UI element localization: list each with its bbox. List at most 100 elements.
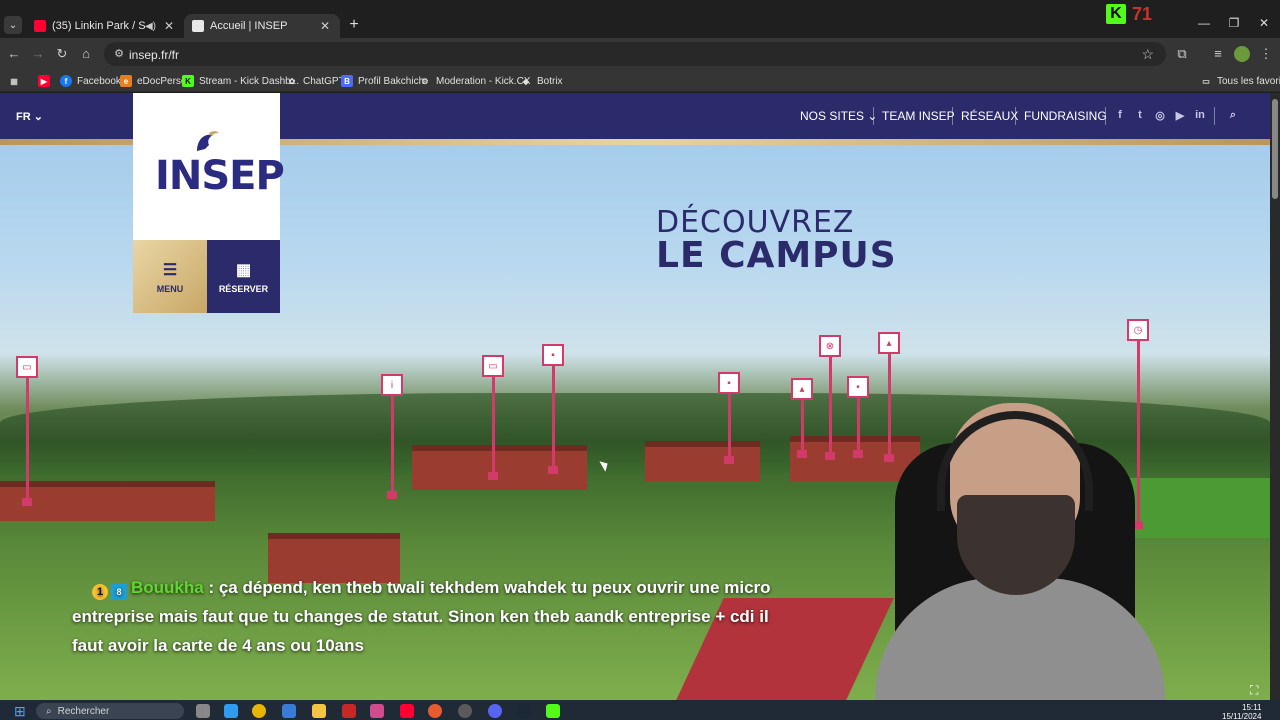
system-clock[interactable]: 15:11 15/11/2024 [1222,703,1261,720]
menu-button[interactable]: ☰ MENU [133,240,207,313]
nav-divider [952,107,953,125]
apps-grid-icon[interactable]: ▦ [8,73,25,89]
search-placeholder: Rechercher [57,705,110,717]
map-pin-base [797,450,807,458]
app-icon[interactable] [342,704,356,718]
insep-logo[interactable]: INSEP [133,93,285,240]
bookmark-facebook[interactable]: f Facebook [60,73,121,89]
campus-building [412,445,587,490]
page-scrollbar[interactable] [1270,93,1280,700]
browser-tab-strip: ⌄ (35) Linkin Park / Slipknot / ◀) ✕ Acc… [0,0,1280,38]
site-info-icon[interactable]: ⚙ [112,47,126,61]
youtube-icon[interactable]: ▶ [1173,109,1187,122]
chrome-icon[interactable] [252,704,266,718]
bed-icon[interactable]: ▭ [16,356,38,378]
profile-avatar[interactable] [1234,46,1250,62]
nav-team-insep[interactable]: TEAM INSEP [882,109,955,123]
address-bar[interactable]: ⚙ insep.fr/fr ☆ [104,42,1166,66]
bookmark-label: Profil Bakchich [358,75,425,87]
search-icon[interactable]: ⌕ [1226,109,1240,122]
bed-icon[interactable]: ▭ [482,355,504,377]
stopwatch-icon[interactable]: ◷ [1127,319,1149,341]
app-icon[interactable] [370,704,384,718]
speaker-icon[interactable]: ◀) [145,21,156,32]
linkedin-icon[interactable]: in [1193,109,1207,121]
firefox-icon[interactable] [428,704,442,718]
graduation-icon[interactable]: ▴ [878,332,900,354]
close-window-button[interactable]: ✕ [1254,16,1274,30]
building-icon[interactable]: ▪ [718,372,740,394]
new-tab-button[interactable]: + [346,16,362,34]
bookmark-youtube[interactable]: ▶ [38,73,55,89]
bookmark-botrix[interactable]: ◆ Botrix [520,73,563,89]
close-tab-icon[interactable]: ✕ [162,19,176,33]
tab-label: (35) Linkin Park / Slipknot / [52,20,145,32]
location-icon[interactable]: • [847,376,869,398]
kick-icon[interactable] [546,704,560,718]
reserver-label: RÉSERVER [218,283,269,294]
media-controls-icon[interactable]: ≡ [1210,46,1226,62]
clock-date: 15/11/2024 [1222,712,1262,720]
reserver-button[interactable]: ▦ RÉSERVER [207,240,280,313]
nav-divider [873,107,874,125]
map-pin-stem [391,396,394,491]
browser-menu-icon[interactable]: ⋮ [1258,46,1274,62]
discord-icon[interactable] [488,704,502,718]
bookmark-edocperso[interactable]: e eDocPerso [120,73,186,89]
forward-button[interactable]: → [30,46,46,62]
all-bookmarks-label: Tous les favoris [1217,75,1280,87]
minimize-button[interactable]: — [1194,16,1214,30]
kick-icon: K [182,75,194,87]
nav-nos-sites[interactable]: NOS SITES ⌄ [800,109,877,123]
map-pin-base [548,466,558,474]
bookmark-moderation[interactable]: ⚙ Moderation - Kick.CX [419,73,530,89]
taskbar-search[interactable]: ⌕ Rechercher [36,703,184,719]
home-button[interactable]: ⌂ [78,46,94,62]
campus-building [645,441,760,481]
store-icon[interactable] [282,704,296,718]
youtube-icon[interactable] [400,704,414,718]
tab-search-button[interactable]: ⌄ [4,16,22,34]
bookmark-label: eDocPerso [137,75,187,87]
bookmark-chatgpt[interactable]: ✿ ChatGPT [286,73,345,89]
language-selector[interactable]: FR ⌄ [16,110,43,123]
tab-youtube[interactable]: (35) Linkin Park / Slipknot / ◀) ✕ [26,14,184,38]
obs-icon[interactable] [458,704,472,718]
kick-count: 71 [1132,3,1153,24]
all-bookmarks[interactable]: ▭ Tous les favoris [1200,73,1280,89]
insep-favicon-icon [192,20,204,32]
tab-insep[interactable]: Accueil | INSEP ✕ [184,14,340,38]
edocperso-icon: e [120,75,132,87]
steam-icon[interactable] [516,704,530,718]
graduation-icon[interactable]: ▴ [791,378,813,400]
windows-start-icon[interactable]: ⊞ [14,704,28,718]
hero-title-line2: LE CAMPUS [656,235,897,276]
reload-button[interactable]: ↻ [54,46,70,62]
fullscreen-icon[interactable]: ⛶ [1250,683,1258,698]
bookmark-kick[interactable]: K Stream - Kick Dashb... [182,73,299,89]
facebook-icon[interactable]: f [1113,109,1127,121]
nav-fundraising[interactable]: FUNDRAISING [1024,109,1107,123]
map-pin-base [387,491,397,499]
twitter-icon[interactable]: t [1133,109,1147,121]
back-button[interactable]: ← [6,46,22,62]
scrollbar-thumb[interactable] [1272,99,1278,199]
info-icon[interactable]: i [381,374,403,396]
close-tab-icon[interactable]: ✕ [318,19,332,33]
task-view-icon[interactable] [196,704,210,718]
folder-icon: ▭ [1202,76,1210,86]
bookmark-label: ChatGPT [303,75,345,87]
file-explorer-icon[interactable] [312,704,326,718]
extensions-icon[interactable]: ⧉ [1174,46,1190,62]
restaurant-icon[interactable]: ⊗ [819,335,841,357]
nav-reseaux[interactable]: RÉSEAUX [961,109,1018,123]
bookmark-star-icon[interactable]: ☆ [1141,46,1154,63]
chat-sub-badge: 8 [111,584,127,600]
building-icon[interactable]: ▪ [542,344,564,366]
bakchich-icon: B [341,75,353,87]
maximize-button[interactable]: ❐ [1224,16,1244,30]
map-pin-base [724,456,734,464]
instagram-icon[interactable]: ◎ [1153,109,1167,122]
copilot-icon[interactable] [224,704,238,718]
bookmark-bakchich[interactable]: B Profil Bakchich [341,73,424,89]
